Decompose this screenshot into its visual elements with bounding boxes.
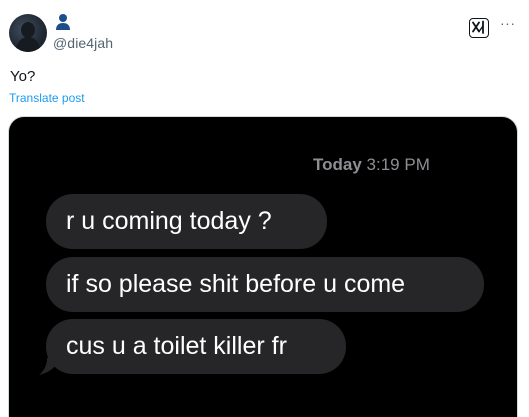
post-text: Yo? [10,68,36,85]
translate-post-link[interactable]: Translate post [9,91,85,105]
message-bubble: r u coming today ? [46,194,327,249]
grok-button[interactable] [469,18,489,38]
timestamp-day: Today [313,155,362,174]
user-handle[interactable]: @die4jah [53,35,113,51]
message-bubble: if so please shit before u come [46,257,484,312]
person-icon[interactable] [55,13,71,31]
message-timestamp: Today 3:19 PM [313,155,430,175]
grok-icon [472,20,484,34]
bubble-tail-icon [39,358,59,375]
more-button[interactable]: ··· [500,16,516,30]
message-bubble: cus u a toilet killer fr [46,319,346,374]
avatar-image [9,14,47,52]
avatar[interactable] [9,14,47,52]
post-media-image[interactable]: Today 3:19 PM r u coming today ? if so p… [8,116,518,417]
timestamp-time: 3:19 PM [366,155,430,174]
more-icon: ··· [500,15,516,31]
